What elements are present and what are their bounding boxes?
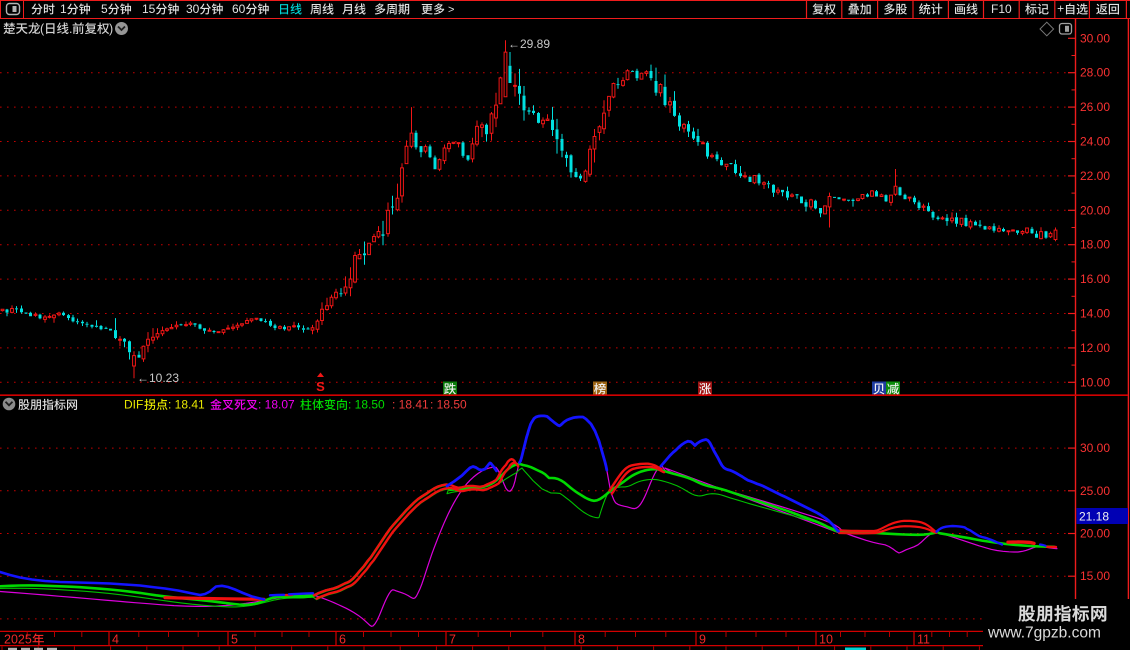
svg-text:2025: 2025 — [4, 633, 32, 647]
svg-text:14.00: 14.00 — [1080, 307, 1110, 321]
svg-text:30.00: 30.00 — [1080, 441, 1110, 455]
svg-text:: 18.41: : 18.41 — [168, 398, 205, 412]
svg-text:18.00: 18.00 — [1080, 238, 1110, 252]
svg-text:24.00: 24.00 — [1080, 135, 1110, 149]
svg-text:.: . — [69, 22, 72, 36]
svg-text:: 18.50: : 18.50 — [430, 398, 467, 412]
svg-text:12.00: 12.00 — [1080, 341, 1110, 355]
svg-text:7: 7 — [449, 633, 456, 647]
svg-text:28.00: 28.00 — [1080, 66, 1110, 80]
svg-text:10.00: 10.00 — [1080, 375, 1110, 389]
svg-text:60: 60 — [232, 2, 246, 16]
svg-text:16.00: 16.00 — [1080, 272, 1110, 286]
svg-text:: 18.41: : 18.41 — [392, 398, 429, 412]
svg-text:>: > — [448, 4, 454, 16]
svg-text:5: 5 — [231, 633, 238, 647]
svg-text:←29.89: ←29.89 — [508, 37, 550, 51]
svg-text:10: 10 — [819, 633, 833, 647]
svg-text:1: 1 — [60, 2, 67, 16]
svg-text:F10: F10 — [991, 2, 1012, 16]
svg-text:+: + — [1057, 2, 1064, 16]
svg-text:22.00: 22.00 — [1080, 169, 1110, 183]
svg-text:30: 30 — [186, 2, 200, 16]
svg-text:11: 11 — [917, 633, 930, 647]
svg-text:15.00: 15.00 — [1080, 569, 1110, 583]
svg-text:20.00: 20.00 — [1080, 527, 1110, 541]
svg-text:26.00: 26.00 — [1080, 100, 1110, 114]
svg-text:25.00: 25.00 — [1080, 484, 1110, 498]
svg-text:5: 5 — [101, 2, 108, 16]
svg-text:www.7gpzb.com: www.7gpzb.com — [987, 625, 1101, 642]
svg-text:: 18.07: : 18.07 — [258, 398, 295, 412]
svg-text:DIF: DIF — [124, 398, 143, 412]
svg-text:4: 4 — [112, 633, 119, 647]
svg-text:21.18: 21.18 — [1079, 510, 1109, 524]
svg-text:: 18.50: : 18.50 — [348, 398, 385, 412]
svg-text:8: 8 — [578, 633, 585, 647]
svg-text:20.00: 20.00 — [1080, 203, 1110, 217]
svg-text:←10.23: ←10.23 — [137, 371, 179, 385]
svg-text:15: 15 — [142, 2, 156, 16]
svg-text:): ) — [109, 22, 113, 36]
svg-text:6: 6 — [339, 633, 346, 647]
svg-text:S: S — [316, 379, 325, 394]
svg-text:9: 9 — [699, 633, 706, 647]
svg-text:30.00: 30.00 — [1080, 31, 1110, 45]
